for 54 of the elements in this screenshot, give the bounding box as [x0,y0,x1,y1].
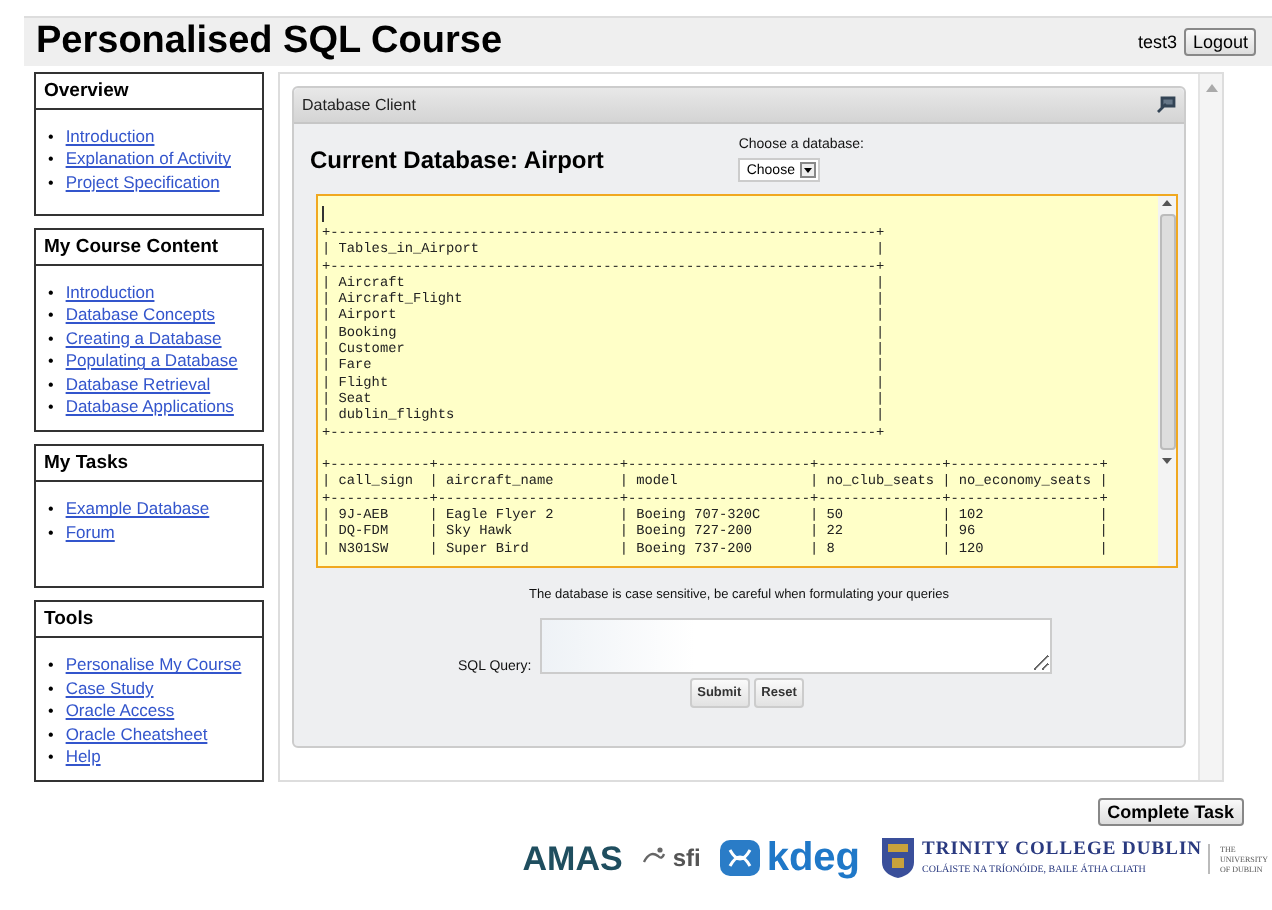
bullet: • [48,327,54,351]
sidebar-heading: Overview [36,74,262,110]
bullet: • [48,126,54,149]
scroll-down-icon[interactable] [1162,458,1172,464]
dropdown-arrow-icon [800,162,817,178]
bullet: • [48,498,54,522]
current-database-heading: Current Database: Airport [310,146,604,174]
bullet: • [48,396,54,419]
logo-text: kdeg [766,838,861,879]
sidebar-link[interactable]: Personalise My Course [65,654,242,678]
sidebar-link[interactable]: Database Applications [65,396,234,419]
text-cursor [322,206,324,222]
sidebar-link[interactable]: Project Specification [65,171,220,195]
shield-icon [880,836,917,881]
scrollbar-thumb[interactable] [1159,214,1175,450]
sidebar-link[interactable]: Introduction [65,126,155,149]
sidebar-heading: My Tasks [36,446,262,483]
bullet: • [48,746,54,769]
sql-query-field[interactable] [539,618,1052,674]
bullet: • [48,148,54,172]
sidebar-heading: My Course Content [36,230,262,266]
sidebar-link[interactable]: Introduction [65,282,155,305]
sidebar-link[interactable]: Forum [65,521,115,545]
logo-text: TRINITY COLLEGE DUBLIN [922,842,1202,862]
pin-icon[interactable] [1156,96,1176,114]
sidebar-link[interactable]: Explanation of Activity [65,148,231,172]
bullet: • [48,723,54,747]
bullet: • [48,171,54,195]
logout-button[interactable]: Logout [1184,28,1256,56]
bullet: • [48,700,54,724]
bullet: • [48,373,54,397]
complete-task-button[interactable]: Complete Task [1097,798,1244,827]
sidebar-link[interactable]: Oracle Cheatsheet [65,723,208,747]
username: test3 [1137,32,1177,52]
sidebar-link[interactable]: Help [65,746,101,769]
sidebar-link[interactable]: Populating a Database [65,350,238,374]
sidebar-link[interactable]: Database Retrieval [65,373,211,397]
sidebar-link[interactable]: Example Database [65,498,210,522]
bullet: • [48,282,54,305]
bullet: • [48,654,54,678]
panel-title: Database Client [302,96,416,114]
bullet: • [48,350,54,374]
sidebar-heading: Tools [36,602,262,639]
site-title: Personalised SQL Course [36,20,503,64]
scroll-up-icon[interactable] [1162,200,1172,206]
sidebar-link[interactable]: Case Study [65,677,154,701]
logo-text: sfi [672,846,701,871]
sidebar-link[interactable]: Oracle Access [65,700,175,724]
logo-text: AMAS [522,841,623,876]
bullet: • [48,677,54,701]
sidebar-link[interactable]: Database Concepts [65,304,215,328]
sidebar-link[interactable]: Creating a Database [65,327,222,351]
bullet: • [48,521,54,545]
bullet: • [48,304,54,328]
